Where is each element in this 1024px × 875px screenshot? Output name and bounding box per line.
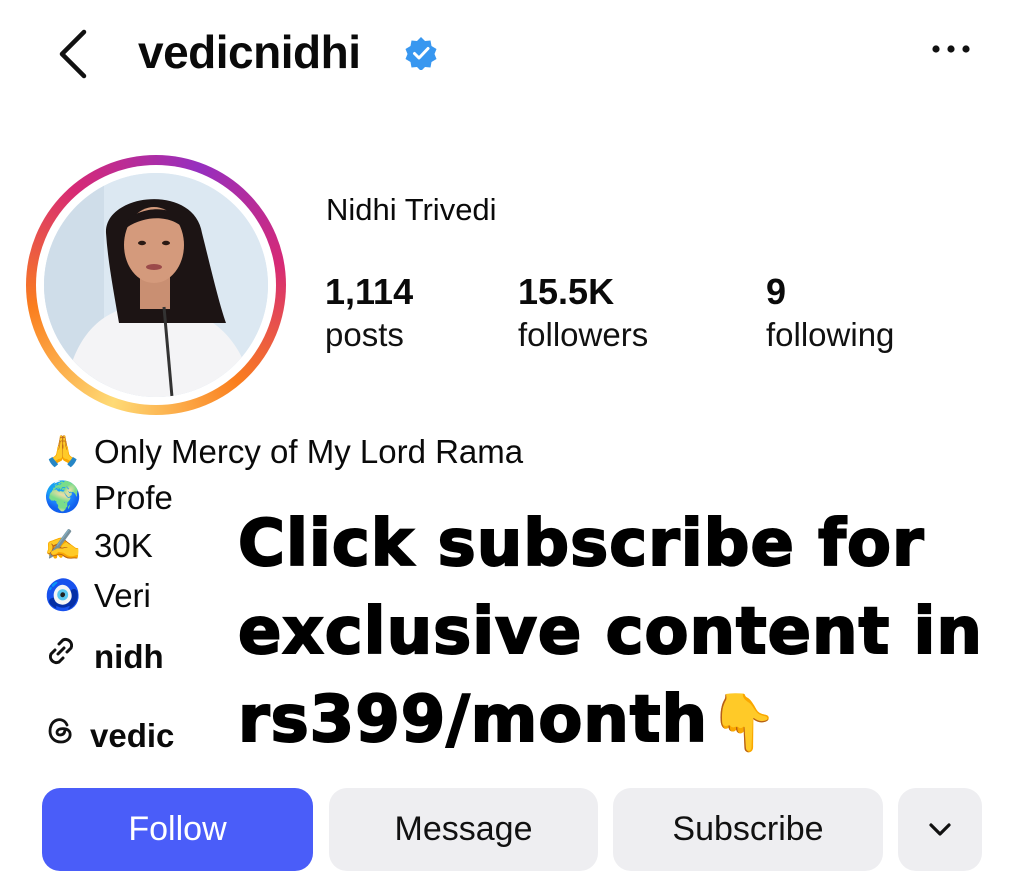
posts-value: 1,114 bbox=[325, 271, 414, 312]
following-count[interactable]: 9 following bbox=[766, 272, 894, 358]
threads-link[interactable]: vedic bbox=[44, 714, 176, 757]
more-options-icon[interactable] bbox=[928, 34, 974, 64]
evil-eye-icon: 🧿 bbox=[44, 579, 82, 612]
chevron-down-icon bbox=[929, 822, 951, 836]
link-text: nidh bbox=[94, 637, 164, 675]
praying-hands-icon: 🙏 bbox=[44, 435, 82, 468]
promo-overlay: Click subscribe for exclusive content in… bbox=[237, 500, 1008, 767]
followers-label: followers bbox=[518, 316, 649, 353]
promo-line: Click subscribe for bbox=[237, 506, 925, 582]
promo-line: rs399/month👇 bbox=[237, 682, 779, 758]
followers-value: 15.5K bbox=[518, 271, 615, 312]
bio-text: Profe bbox=[94, 479, 173, 516]
chevron-left-icon bbox=[59, 29, 87, 79]
posts-label: posts bbox=[325, 316, 404, 353]
bio-line: 🧿 Veri bbox=[44, 576, 176, 616]
username-title: vedicnidhi bbox=[138, 26, 361, 78]
bio-line: 🌍 Profe bbox=[44, 478, 184, 518]
posts-count[interactable]: 1,114 posts bbox=[325, 272, 413, 358]
bio-text: Only Mercy of My Lord Rama bbox=[94, 433, 524, 470]
bio-text: Veri bbox=[94, 577, 151, 614]
avatar bbox=[44, 173, 268, 397]
promo-line: exclusive content in bbox=[237, 594, 983, 670]
display-name: Nidhi Trivedi bbox=[326, 192, 497, 227]
bio-text: 30K bbox=[94, 527, 153, 564]
bio-line: ✍️ 30K bbox=[44, 526, 176, 566]
subscribe-button[interactable]: Subscribe bbox=[613, 788, 883, 871]
suggested-dropdown-button[interactable] bbox=[898, 788, 982, 871]
threads-icon bbox=[44, 714, 90, 757]
globe-icon: 🌍 bbox=[44, 481, 82, 514]
following-label: following bbox=[766, 316, 895, 353]
back-button[interactable] bbox=[48, 24, 98, 84]
bio-line: 🙏 Only Mercy of My Lord Rama bbox=[44, 432, 523, 472]
threads-text: vedic bbox=[90, 716, 175, 754]
writing-hand-icon: ✍️ bbox=[44, 529, 82, 562]
message-button[interactable]: Message bbox=[329, 788, 598, 871]
follow-button[interactable]: Follow bbox=[42, 788, 313, 871]
story-ring[interactable] bbox=[26, 155, 286, 415]
pointing-down-icon: 👇 bbox=[708, 690, 779, 756]
link-icon bbox=[44, 634, 94, 679]
bio-link[interactable]: nidh bbox=[44, 634, 176, 679]
followers-count[interactable]: 15.5K followers bbox=[518, 272, 648, 358]
following-value: 9 bbox=[766, 271, 787, 312]
verified-badge-icon bbox=[404, 36, 438, 71]
